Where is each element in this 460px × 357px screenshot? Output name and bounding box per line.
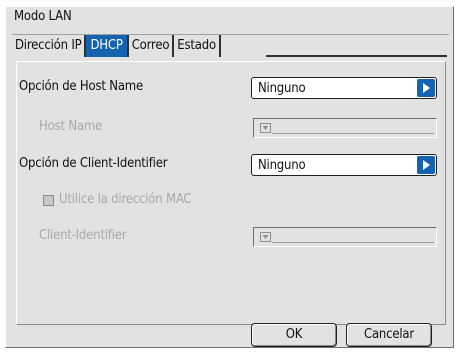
triangle-right-icon: [417, 156, 435, 174]
use-mac-label: Utilice la dirección MAC: [59, 192, 192, 207]
small-dropdown-icon: [260, 232, 271, 242]
client-id-option-value: Ninguno: [258, 158, 306, 173]
lan-mode-dialog: Modo LAN Dirección IP DHCP Correo Estado…: [5, 6, 454, 348]
tab-underline: [266, 55, 447, 57]
tab-dhcp[interactable]: DHCP: [86, 35, 129, 57]
host-name-option-label: Opción de Host Name: [19, 79, 143, 94]
host-name-option-select[interactable]: Ninguno: [251, 77, 437, 99]
client-id-field: [253, 227, 437, 247]
small-dropdown-icon: [260, 123, 271, 133]
client-id-option-label: Opción de Client-Identifier: [19, 156, 168, 171]
host-name-field: [253, 118, 437, 138]
host-name-option-value: Ninguno: [258, 81, 306, 96]
tab-status[interactable]: Estado: [174, 35, 221, 57]
field-underline: [272, 242, 434, 243]
tab-ip-address[interactable]: Dirección IP: [12, 35, 87, 57]
use-mac-checkbox: [43, 195, 54, 206]
client-id-label: Client-Identifier: [39, 228, 127, 243]
field-underline: [272, 133, 434, 134]
host-name-label: Host Name: [39, 119, 103, 134]
triangle-right-icon: [417, 79, 435, 97]
dialog-title: Modo LAN: [14, 9, 72, 24]
tab-bar: Dirección IP DHCP Correo Estado: [12, 35, 221, 57]
tab-mail[interactable]: Correo: [128, 35, 175, 57]
client-id-option-select[interactable]: Ninguno: [251, 154, 437, 176]
cancel-button[interactable]: Cancelar: [346, 323, 432, 347]
ok-button[interactable]: OK: [251, 323, 337, 347]
